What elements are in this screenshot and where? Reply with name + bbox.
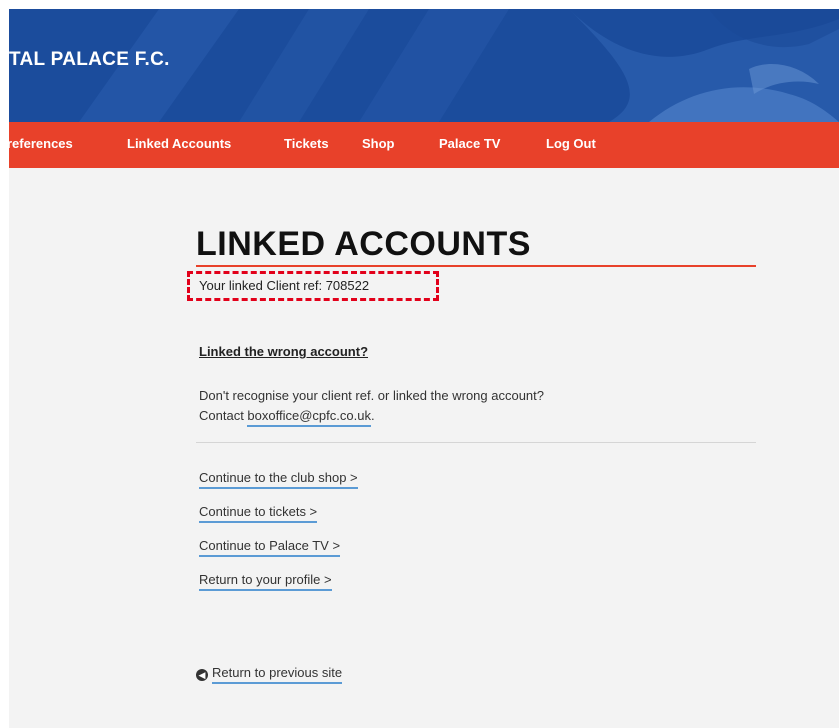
nav-item-log-out[interactable]: Log Out <box>546 136 596 151</box>
palace-tv-link[interactable]: Continue to Palace TV > <box>199 538 341 557</box>
nav-item-shop[interactable]: Shop <box>362 136 395 151</box>
wrong-account-heading[interactable]: Linked the wrong account? <box>199 344 368 359</box>
boxoffice-email-link[interactable]: boxoffice@cpfc.co.uk <box>247 408 371 427</box>
title-underline <box>196 265 756 267</box>
section-divider <box>196 442 756 443</box>
client-ref-text: Your linked Client ref: 708522 <box>199 278 370 293</box>
return-previous-site-link[interactable]: ◀ Return to previous site <box>196 665 343 684</box>
return-previous-site-label: Return to previous site <box>212 665 343 684</box>
help-contact-prefix: Contact <box>199 408 248 423</box>
site-header: TAL PALACE F.C. <box>9 9 839 122</box>
arrow-left-circle-icon: ◀ <box>196 669 208 681</box>
help-text: Don't recognise your client ref. or link… <box>199 386 545 427</box>
club-shop-link[interactable]: Continue to the club shop > <box>199 470 358 489</box>
nav-item-preferences[interactable]: references <box>9 136 73 151</box>
main-content: LINKED ACCOUNTS Your linked Client ref: … <box>9 168 839 728</box>
main-nav: references Linked Accounts Tickets Shop … <box>9 122 839 168</box>
club-name: TAL PALACE F.C. <box>9 49 170 70</box>
help-suffix: . <box>370 408 375 423</box>
page-canvas: TAL PALACE F.C. references Linked Accoun… <box>9 9 839 728</box>
page-title: LINKED ACCOUNTS <box>196 225 531 263</box>
nav-item-tickets[interactable]: Tickets <box>284 136 329 151</box>
tickets-link[interactable]: Continue to tickets > <box>199 504 318 523</box>
help-line-1: Don't recognise your client ref. or link… <box>199 388 545 403</box>
nav-item-linked-accounts[interactable]: Linked Accounts <box>127 136 231 151</box>
profile-link[interactable]: Return to your profile > <box>199 572 332 591</box>
nav-item-palace-tv[interactable]: Palace TV <box>439 136 500 151</box>
